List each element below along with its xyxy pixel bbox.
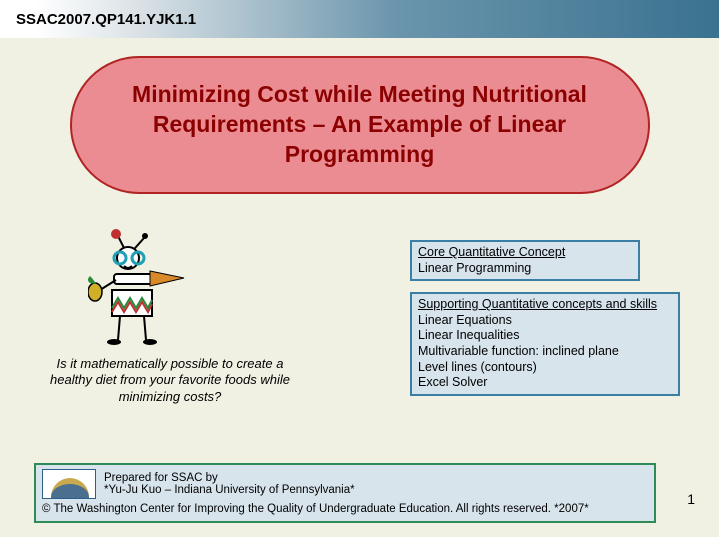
supporting-item: Multivariable function: inclined plane (418, 344, 672, 360)
footer-box: Prepared for SSAC by *Yu-Ju Kuo – Indian… (34, 463, 656, 523)
title-bubble: Minimizing Cost while Meeting Nutritiona… (70, 56, 650, 194)
supporting-item: Linear Equations (418, 313, 672, 329)
supporting-item: Excel Solver (418, 375, 672, 391)
slide-title: Minimizing Cost while Meeting Nutritiona… (102, 80, 618, 170)
core-concept-heading: Core Quantitative Concept (418, 245, 632, 261)
footer-byline: Prepared for SSAC by *Yu-Ju Kuo – Indian… (104, 472, 355, 496)
supporting-item: Linear Inequalities (418, 328, 672, 344)
supporting-item: Level lines (contours) (418, 360, 672, 376)
supporting-concepts-box: Supporting Quantitative concepts and ski… (410, 292, 680, 396)
supporting-heading: Supporting Quantitative concepts and ski… (418, 297, 672, 313)
clipart-character (88, 228, 208, 348)
logo-icon (42, 469, 96, 499)
caption-text: Is it mathematically possible to create … (40, 356, 300, 405)
header-banner: SSAC2007.QP141.YJK1.1 (0, 0, 719, 38)
slide-number: 1 (687, 491, 695, 507)
footer-top-row: Prepared for SSAC by *Yu-Ju Kuo – Indian… (42, 469, 648, 499)
core-concept-item: Linear Programming (418, 261, 632, 277)
footer-line2: *Yu-Ju Kuo – Indiana University of Penns… (104, 484, 355, 496)
footer-line1: Prepared for SSAC by (104, 472, 355, 484)
header-code: SSAC2007.QP141.YJK1.1 (16, 11, 196, 28)
footer-copyright: © The Washington Center for Improving th… (42, 503, 648, 515)
core-concept-box: Core Quantitative Concept Linear Program… (410, 240, 640, 281)
